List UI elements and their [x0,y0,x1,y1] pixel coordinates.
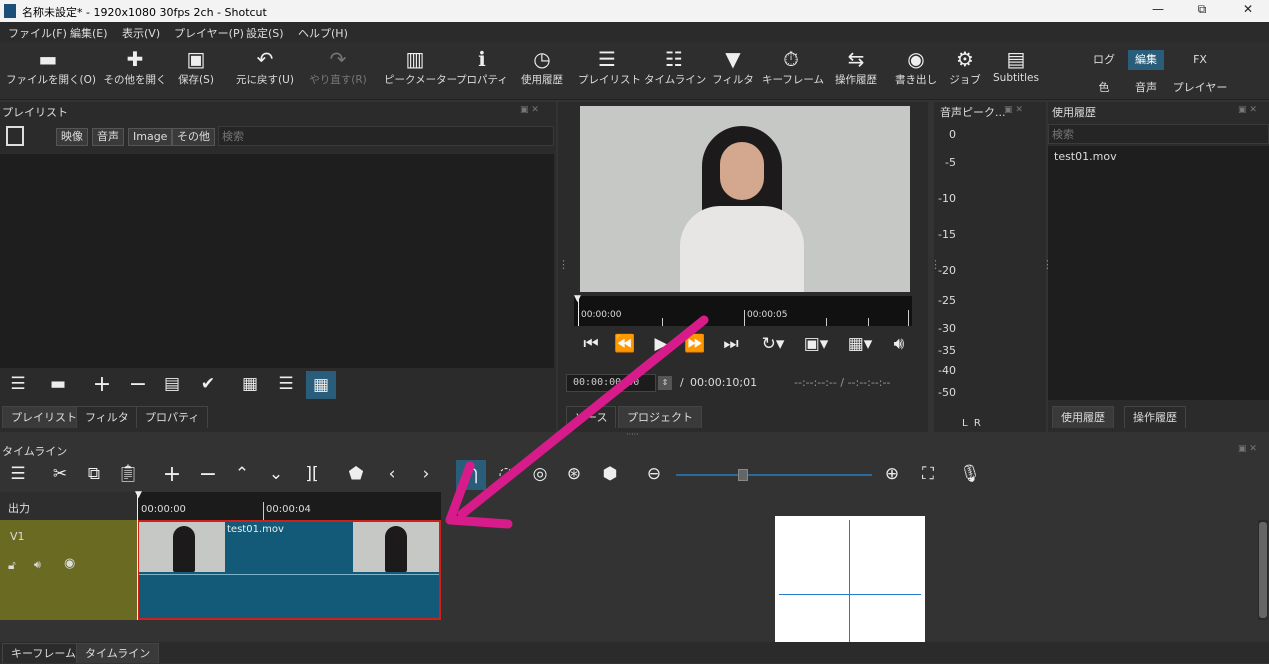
arrow-shaft [457,315,709,519]
annotation-arrow [445,315,709,529]
